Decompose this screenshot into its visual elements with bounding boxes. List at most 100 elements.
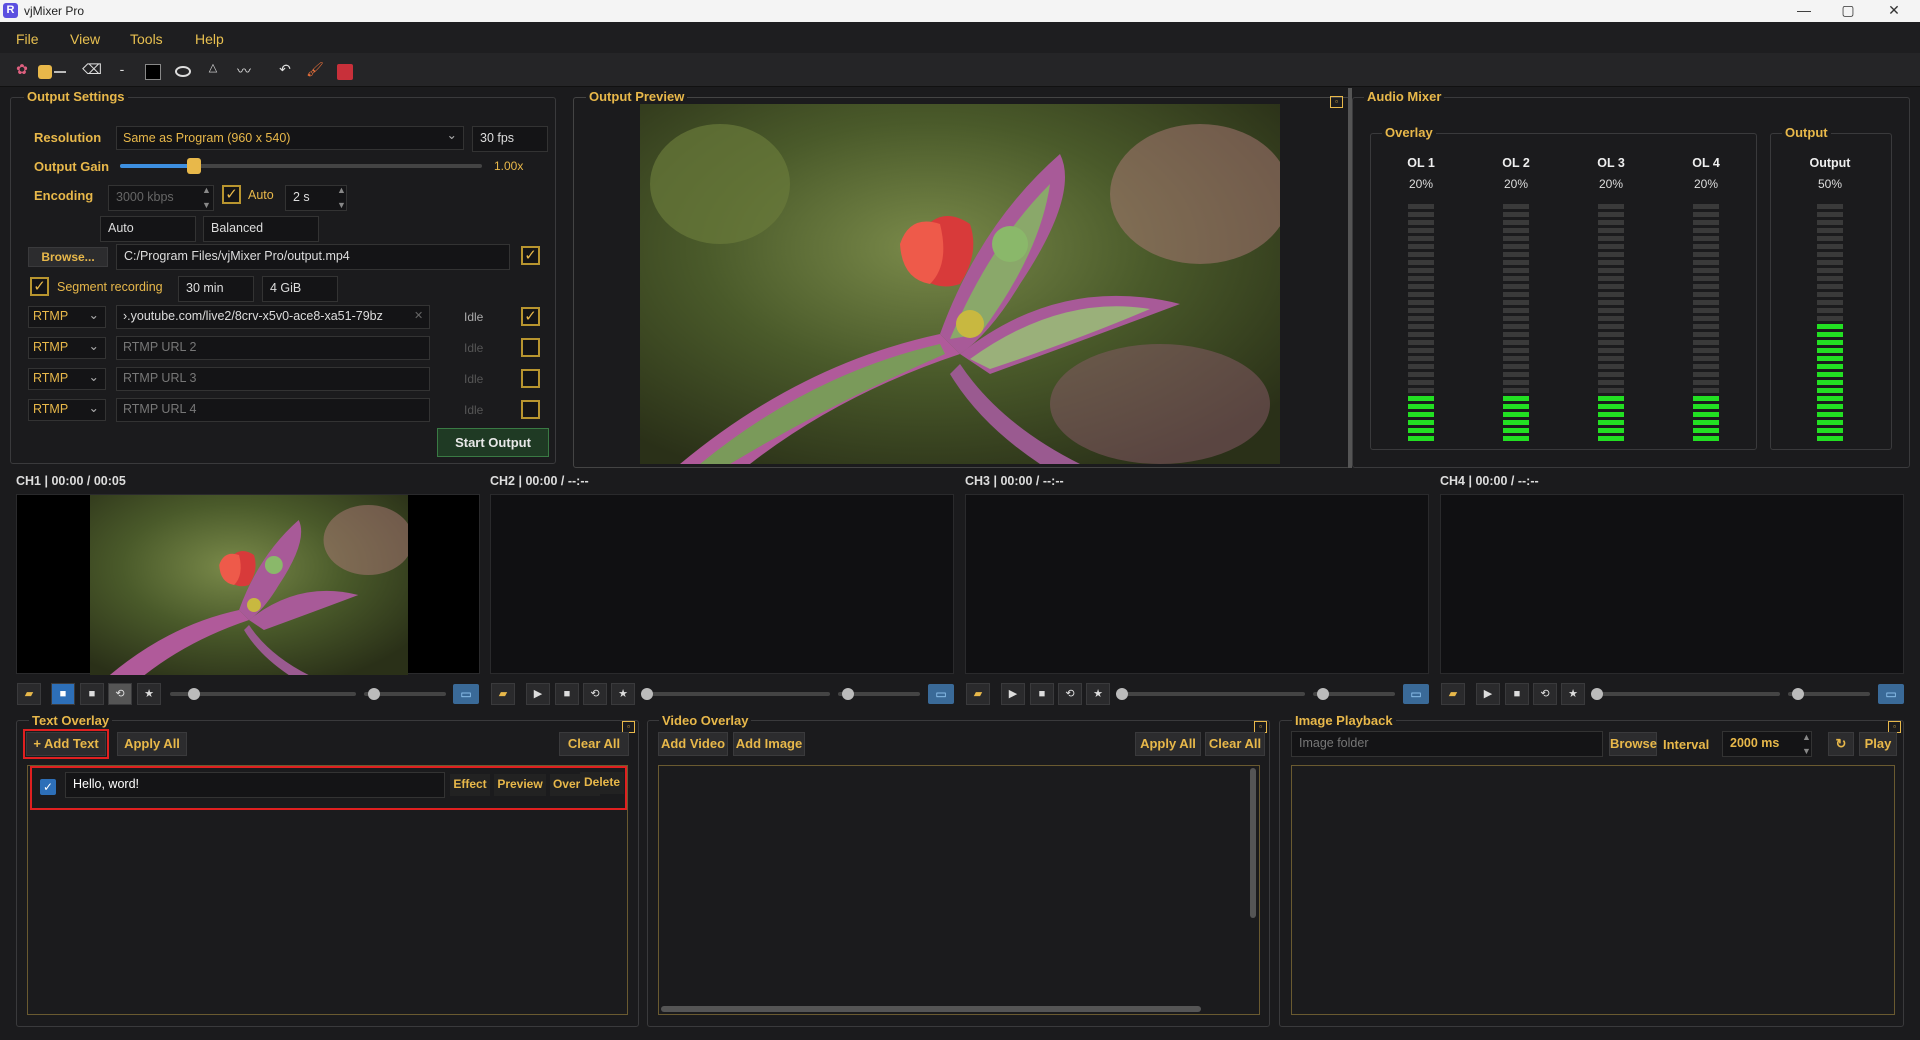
rtmp-protocol-select-3[interactable]: RTMP (28, 368, 106, 390)
ch3-monitor-icon[interactable]: ▭ (1403, 684, 1429, 704)
ch4-seek-track[interactable] (1594, 692, 1780, 696)
video-clear-all-button[interactable]: Clear All (1205, 732, 1265, 756)
maximize-button[interactable]: ▢ (1828, 2, 1868, 19)
ch3-seek-track[interactable] (1119, 692, 1305, 696)
ch2-seek-track[interactable] (644, 692, 830, 696)
ch1-favorite-icon[interactable]: ★ (137, 683, 161, 705)
rtmp-url-input-3[interactable]: RTMP URL 3 (116, 367, 430, 391)
ch3-seek-knob[interactable] (1116, 688, 1128, 700)
brush-icon[interactable]: 🖌 (305, 61, 325, 78)
ch3-stop-icon[interactable]: ■ (1030, 683, 1054, 705)
segment-size-input[interactable]: 4 GiB (262, 276, 338, 302)
rtmp-enable-checkbox-4[interactable] (521, 400, 540, 419)
rtmp-url-input-4[interactable]: RTMP URL 4 (116, 398, 430, 422)
eraser-icon[interactable]: ⌫ (82, 61, 102, 78)
color-swatch-icon[interactable] (38, 65, 52, 79)
video-list-hscrollbar[interactable] (661, 1006, 1201, 1012)
browse-button[interactable]: Browse... (28, 247, 108, 267)
slider-icon[interactable] (54, 71, 66, 73)
menu-tools[interactable]: Tools (130, 31, 163, 47)
bitrate-spin-icon[interactable]: ▲ ▼ (202, 183, 211, 213)
ch2-stop-icon[interactable]: ■ (555, 683, 579, 705)
clear-url-icon[interactable]: ✕ (414, 309, 423, 322)
ch2-volume-knob[interactable] (842, 688, 854, 700)
rtmp-enable-checkbox-2[interactable] (521, 338, 540, 357)
add-video-button[interactable]: Add Video (658, 732, 728, 756)
ch4-play-icon[interactable]: ▶ (1476, 683, 1500, 705)
auto-bitrate-checkbox[interactable]: ✓ (222, 185, 241, 204)
interval-input[interactable]: 2000 ms (1722, 731, 1812, 757)
encoder-select[interactable]: Auto (100, 216, 196, 242)
segment-time-input[interactable]: 30 min (178, 276, 254, 302)
rtmp-protocol-select-4[interactable]: RTMP (28, 399, 106, 421)
ch4-favorite-icon[interactable]: ★ (1561, 683, 1585, 705)
minimize-button[interactable]: — (1784, 2, 1824, 18)
ch4-video[interactable] (1440, 494, 1904, 674)
close-button[interactable]: ✕ (1874, 2, 1914, 19)
image-play-button[interactable]: Play (1859, 732, 1897, 756)
image-browse-button[interactable]: Browse (1609, 732, 1657, 756)
add-image-button[interactable]: Add Image (733, 732, 805, 756)
float-panel-icon[interactable]: ▫ (1330, 96, 1343, 108)
interval-spin-icon[interactable]: ▲ ▼ (1802, 730, 1811, 758)
ol3-level-meter[interactable] (1598, 198, 1624, 441)
undo-icon[interactable]: ↶ (275, 61, 295, 78)
text-item-delete-button[interactable]: Delete (580, 772, 624, 794)
ch3-favorite-icon[interactable]: ★ (1086, 683, 1110, 705)
ch1-stop-icon[interactable]: ■ (80, 683, 104, 705)
line-icon[interactable]: - (112, 61, 132, 77)
ch1-stop-active-icon[interactable]: ■ (51, 683, 75, 705)
add-text-button[interactable]: + Add Text (23, 729, 109, 759)
triangle-icon[interactable]: △ (203, 61, 223, 74)
menu-view[interactable]: View (70, 31, 100, 47)
ch3-play-icon[interactable]: ▶ (1001, 683, 1025, 705)
rtmp-enable-checkbox-3[interactable] (521, 369, 540, 388)
ch3-loop-icon[interactable]: ⟲ (1058, 683, 1082, 705)
ch4-monitor-icon[interactable]: ▭ (1878, 684, 1904, 704)
text-apply-all-button[interactable]: Apply All (117, 732, 187, 756)
start-output-button[interactable]: Start Output (437, 428, 549, 457)
ch3-video[interactable] (965, 494, 1429, 674)
rtmp-protocol-select-2[interactable]: RTMP (28, 337, 106, 359)
ch2-monitor-icon[interactable]: ▭ (928, 684, 954, 704)
ch1-volume-knob[interactable] (368, 688, 380, 700)
text-clear-all-button[interactable]: Clear All (559, 732, 629, 756)
video-apply-all-button[interactable]: Apply All (1135, 732, 1201, 756)
rtmp-url-input-1[interactable]: ›.youtube.com/live2/8crv-x5v0-ace8-xa51-… (116, 305, 430, 329)
menu-file[interactable]: File (16, 31, 39, 47)
ch1-open-folder-icon[interactable]: ▰ (17, 683, 41, 705)
ch3-volume-knob[interactable] (1317, 688, 1329, 700)
ol4-level-meter[interactable] (1693, 198, 1719, 441)
ol2-level-meter[interactable] (1503, 198, 1529, 441)
text-item-preview-button[interactable]: Preview (494, 774, 546, 796)
ch4-seek-knob[interactable] (1591, 688, 1603, 700)
ellipse-icon[interactable] (175, 66, 191, 77)
refresh-icon[interactable]: ↻ (1828, 732, 1854, 756)
rectangle-icon[interactable] (145, 64, 161, 80)
video-list-vscrollbar[interactable] (1250, 768, 1256, 918)
fps-input[interactable]: 30 fps (472, 126, 548, 152)
ch2-seek-knob[interactable] (641, 688, 653, 700)
palette-icon[interactable]: ✿ (12, 61, 32, 78)
wave-icon[interactable]: 〰 (234, 61, 254, 81)
ch1-loop-icon[interactable]: ⟲ (108, 683, 132, 705)
preset-select[interactable]: Balanced (203, 216, 319, 242)
resolution-select[interactable]: Same as Program (960 x 540) (116, 126, 464, 150)
bitrate-input[interactable]: 3000 kbps (108, 185, 214, 211)
rtmp-protocol-select-1[interactable]: RTMP (28, 306, 106, 328)
rtmp-url-input-2[interactable]: RTMP URL 2 (116, 336, 430, 360)
rtmp-enable-checkbox-1[interactable]: ✓ (521, 307, 540, 326)
menu-help[interactable]: Help (195, 31, 224, 47)
splitter-handle[interactable] (1348, 88, 1352, 468)
keyframe-spin-icon[interactable]: ▲ ▼ (337, 183, 346, 213)
ch2-favorite-icon[interactable]: ★ (611, 683, 635, 705)
ch2-video[interactable] (490, 494, 954, 674)
ch4-loop-icon[interactable]: ⟲ (1533, 683, 1557, 705)
image-folder-input[interactable]: Image folder (1291, 731, 1603, 757)
output-level-meter[interactable] (1817, 198, 1843, 441)
ch1-seek-knob[interactable] (188, 688, 200, 700)
segment-recording-checkbox[interactable]: ✓ (30, 277, 49, 296)
output-gain-knob[interactable] (187, 158, 201, 174)
text-item-effect-button[interactable]: Effect (450, 774, 490, 796)
ch2-loop-icon[interactable]: ⟲ (583, 683, 607, 705)
